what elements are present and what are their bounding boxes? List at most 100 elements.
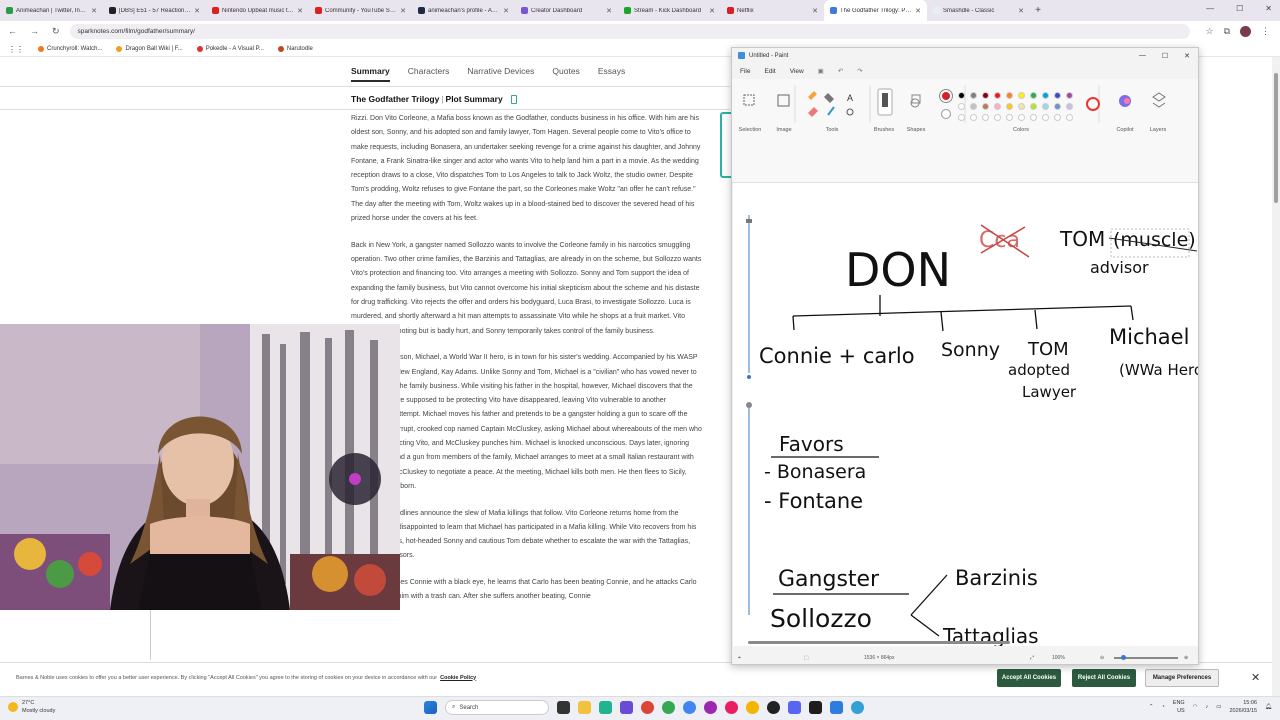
color-swatch[interactable] (1030, 92, 1037, 99)
browser-tab[interactable]: Smashdle - Classic ✕ (927, 0, 1030, 21)
scroll-thumb[interactable] (1274, 73, 1278, 203)
tab-close-icon[interactable]: ✕ (709, 7, 715, 15)
tab-close-icon[interactable]: ✕ (1018, 7, 1024, 15)
notifications-icon[interactable]: 🔔︎ (1265, 704, 1272, 710)
color-swatch[interactable] (1030, 103, 1037, 110)
taskbar-search[interactable]: ⌕ Search (445, 700, 549, 715)
browser-tab[interactable]: Netflix ✕ (721, 0, 824, 21)
site-tab-essays[interactable]: Essays (598, 66, 625, 82)
zoom-out-icon[interactable]: ⊖ (1100, 655, 1104, 661)
bookmark-item[interactable]: Dragon Ball Wiki | F... (116, 46, 183, 52)
tray-chevron-icon[interactable]: ⌃ (1149, 704, 1154, 710)
page-scrollbar[interactable] (1272, 57, 1280, 696)
site-tab-quotes[interactable]: Quotes (552, 66, 579, 82)
new-tab-icon[interactable]: + (1030, 5, 1046, 16)
color-swatch[interactable] (1054, 92, 1061, 99)
undo-icon[interactable]: ↶ (838, 67, 843, 75)
tab-close-icon[interactable]: ✕ (400, 7, 406, 15)
empty-color-swatch[interactable] (970, 114, 977, 121)
task-view-icon[interactable] (557, 701, 570, 714)
back-icon[interactable]: ← (8, 26, 17, 37)
zoom-slider-thumb[interactable] (1121, 655, 1126, 660)
close-icon[interactable]: ✕ (1265, 4, 1272, 13)
volume-icon[interactable]: ♪ (1206, 704, 1209, 710)
tab-close-icon[interactable]: ✕ (812, 7, 818, 15)
save-icon[interactable]: ▣ (818, 67, 824, 75)
hscroll-thumb[interactable] (748, 641, 1010, 644)
paint-taskbar-icon[interactable] (851, 701, 864, 714)
empty-color-swatch[interactable] (1066, 114, 1073, 121)
chrome-icon[interactable] (641, 701, 654, 714)
empty-color-swatch[interactable] (982, 114, 989, 121)
reload-icon[interactable]: ↻ (52, 26, 60, 37)
menu-icon[interactable]: ⋮ (1261, 26, 1270, 37)
empty-color-swatch[interactable] (958, 114, 965, 121)
clock[interactable]: 15:06 2026/03/15 (1229, 699, 1257, 715)
site-tab-narrative-devices[interactable]: Narrative Devices (467, 66, 534, 82)
color-swatch[interactable] (1066, 103, 1073, 110)
weather-widget[interactable]: 27°C Mostly cloudy (8, 699, 55, 715)
forward-icon[interactable]: → (30, 26, 39, 37)
paint-canvas[interactable]: Cca TOM (muscle) advisor DON Connie + ca… (733, 183, 1209, 648)
title-work[interactable]: The Godfather Trilogy (351, 94, 439, 104)
paint-menu-view[interactable]: View (790, 68, 804, 75)
battery-icon[interactable]: ▭ (1216, 704, 1221, 710)
active-color-swatch[interactable] (940, 90, 952, 102)
tray-app-icon[interactable]: ◔ (1161, 704, 1164, 710)
reject-cookies-button[interactable]: Reject All Cookies (1072, 669, 1136, 687)
empty-color-swatch[interactable] (1042, 114, 1049, 121)
color-swatch[interactable] (958, 92, 965, 99)
discord-icon[interactable] (788, 701, 801, 714)
paint-minimize-icon[interactable]: — (1139, 52, 1146, 60)
empty-color-swatch[interactable] (1030, 114, 1037, 121)
empty-color-swatch[interactable] (1054, 114, 1061, 121)
cookie-close-icon[interactable]: ✕ (1251, 671, 1260, 684)
chrome-profile-icon-2[interactable] (683, 701, 696, 714)
color-swatch[interactable] (970, 103, 977, 110)
secondary-color-swatch[interactable] (941, 109, 951, 119)
manage-preferences-button[interactable]: Manage Preferences (1145, 669, 1219, 687)
paint-maximize-icon[interactable]: ☐ (1162, 52, 1168, 60)
color-swatch[interactable] (1006, 92, 1013, 99)
color-swatch[interactable] (958, 103, 965, 110)
bookmark-item[interactable]: Crunchyroll: Watch... (38, 46, 102, 52)
browser-tab[interactable]: Stream - Kick Dashboard ✕ (618, 0, 721, 21)
tab-close-icon[interactable]: ✕ (91, 7, 97, 15)
browser-tab[interactable]: Animeachan | Twitter, Instagr ✕ (0, 0, 103, 21)
site-tab-summary[interactable]: Summary (351, 66, 390, 82)
color-swatch[interactable] (994, 103, 1001, 110)
color-swatch[interactable] (1006, 103, 1013, 110)
profile-avatar[interactable] (1240, 26, 1251, 37)
zoom-in-icon[interactable]: ⊕ (1184, 655, 1188, 661)
paint-close-icon[interactable]: ✕ (1184, 52, 1190, 60)
cookie-policy-link[interactable]: Cookie Policy (440, 675, 476, 681)
chrome-profile-icon[interactable] (662, 701, 675, 714)
zoom-level[interactable]: 100% (1052, 655, 1065, 661)
color-swatch[interactable] (982, 92, 989, 99)
tab-close-icon[interactable]: ✕ (194, 7, 200, 15)
terminal-icon[interactable] (809, 701, 822, 714)
color-swatch[interactable] (982, 103, 989, 110)
bookmark-icon[interactable] (510, 94, 517, 104)
chrome-icon-2[interactable] (746, 701, 759, 714)
tab-close-icon[interactable]: ✕ (606, 7, 612, 15)
bookmark-item[interactable]: Pokedle - A Visual P... (196, 46, 264, 52)
obs-icon[interactable] (767, 701, 780, 714)
lang-indicator[interactable]: ENG US (1173, 699, 1185, 715)
color-swatch[interactable] (1054, 103, 1061, 110)
star-icon[interactable]: ☆ (1205, 26, 1213, 37)
minimize-icon[interactable]: — (1206, 4, 1214, 13)
notepad-icon[interactable] (830, 701, 843, 714)
color-swatch[interactable] (1018, 92, 1025, 99)
wifi-icon[interactable]: ◠ (1193, 704, 1198, 710)
color-swatch[interactable] (1042, 103, 1049, 110)
empty-color-swatch[interactable] (1006, 114, 1013, 121)
chrome-profile-icon-4[interactable] (725, 701, 738, 714)
paint-menu-edit[interactable]: Edit (764, 68, 775, 75)
paint-menu-file[interactable]: File (740, 68, 750, 75)
empty-color-swatch[interactable] (994, 114, 1001, 121)
chrome-profile-icon-3[interactable] (704, 701, 717, 714)
apps-icon[interactable]: ⋮⋮ (8, 45, 24, 54)
browser-tab[interactable]: The Godfather Trilogy: Plot Su✕ (824, 0, 927, 21)
app-icon-green[interactable] (599, 701, 612, 714)
